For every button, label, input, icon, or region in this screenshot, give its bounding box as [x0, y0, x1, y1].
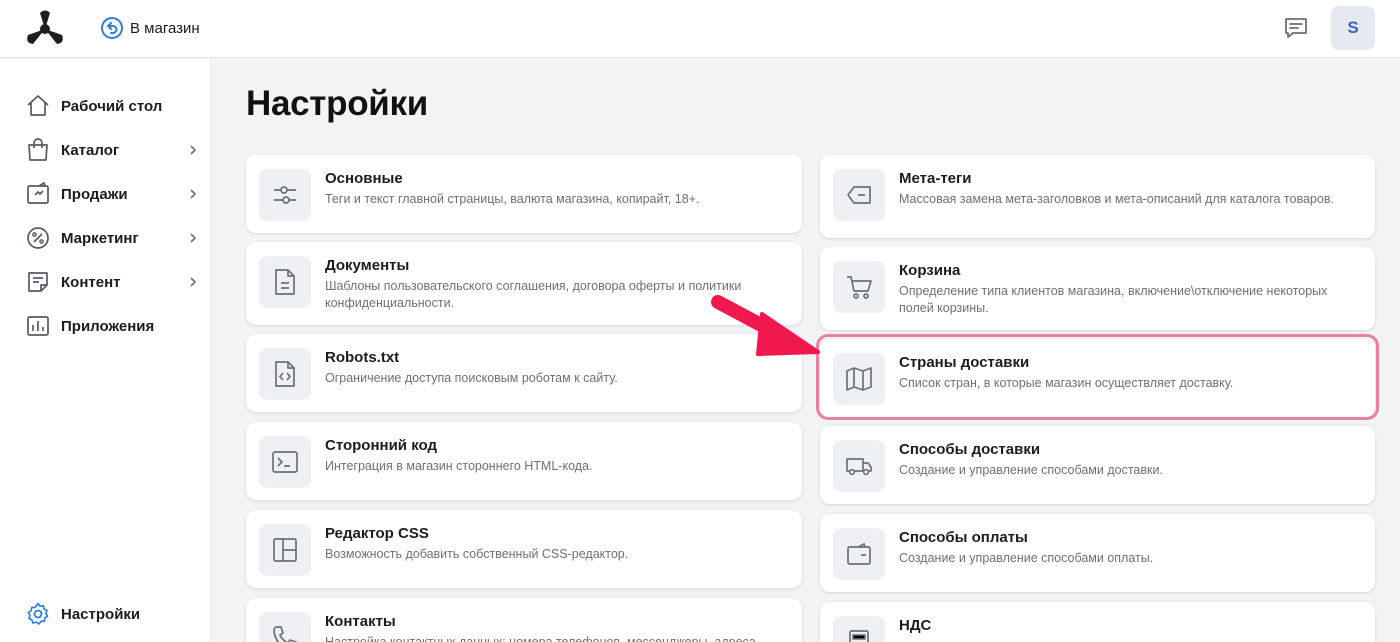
sidebar-item-content[interactable]: Контент: [0, 262, 211, 302]
top-bar: В магазин S: [0, 0, 1400, 58]
sidebar-item-label: Рабочий стол: [61, 97, 163, 115]
settings-card-shipping-methods[interactable]: Способы доставки Создание и управление с…: [820, 426, 1375, 504]
page-title: Настройки: [246, 84, 428, 123]
sidebar-item-dashboard[interactable]: Рабочий стол: [0, 86, 211, 126]
card-title: Редактор CSS: [325, 525, 429, 542]
card-description: Интеграция в магазин стороннего HTML-код…: [325, 459, 593, 473]
chevron-right-icon: [190, 145, 197, 155]
sidebar: Рабочий стол Каталог Продажи Маркетинг К…: [0, 59, 211, 642]
back-to-store-label: В магазин: [130, 19, 200, 37]
card-title: Способы доставки: [899, 441, 1041, 458]
messages-button[interactable]: [1280, 13, 1312, 43]
chevron-right-icon: [190, 233, 197, 243]
sidebar-item-label: Настройки: [61, 605, 141, 623]
chevron-right-icon: [190, 277, 197, 287]
file-text-icon: [259, 256, 311, 308]
sidebar-item-sales[interactable]: Продажи: [0, 174, 211, 214]
settings-card-general[interactable]: Основные Теги и текст главной страницы, …: [246, 155, 802, 233]
sidebar-item-label: Продажи: [61, 185, 128, 203]
card-title: Документы: [325, 257, 410, 274]
settings-card-payment-methods[interactable]: Способы оплаты Создание и управление спо…: [820, 514, 1375, 592]
card-description: Ограничение доступа поисковым роботам к …: [325, 371, 618, 385]
calculator-icon: [833, 616, 885, 642]
map-icon: [833, 353, 885, 405]
back-to-store-link[interactable]: В магазин: [100, 15, 200, 41]
sliders-icon: [259, 169, 311, 221]
sales-icon: [26, 182, 50, 206]
tag-icon: [833, 169, 885, 221]
sidebar-item-label: Маркетинг: [61, 229, 139, 247]
card-description: Определение типа клиентов магазина, вклю…: [899, 284, 1328, 315]
sidebar-item-catalog[interactable]: Каталог: [0, 130, 211, 170]
chevron-right-icon: [190, 189, 197, 199]
logo-icon[interactable]: [24, 9, 66, 47]
card-description: Список стран, в которые магазин осуществ…: [899, 376, 1234, 390]
wallet-icon: [833, 528, 885, 580]
settings-card-css-editor[interactable]: Редактор CSS Возможность добавить собств…: [246, 510, 802, 588]
settings-card-robots[interactable]: Robots.txt Ограничение доступа поисковым…: [246, 334, 802, 412]
card-description: Шаблоны пользовательского соглашения, до…: [325, 279, 742, 310]
settings-card-documents[interactable]: Документы Шаблоны пользовательского согл…: [246, 242, 802, 325]
card-title: Основные: [325, 170, 403, 187]
card-description: Возможность добавить собственный CSS-ред…: [325, 547, 629, 561]
card-description: Создание и управление способами оплаты.: [899, 551, 1154, 565]
card-title: Корзина: [899, 262, 961, 279]
settings-card-meta-tags[interactable]: Мета-теги Массовая замена мета-заголовко…: [820, 155, 1375, 238]
settings-card-third-party-code[interactable]: Сторонний код Интеграция в магазин сторо…: [246, 422, 802, 500]
shopping-bag-icon: [26, 138, 50, 162]
card-description: Создание и управление способами доставки…: [899, 463, 1163, 477]
back-arrow-icon: [101, 17, 123, 39]
bar-chart-icon: [26, 314, 50, 338]
truck-icon: [833, 440, 885, 492]
document-icon: [26, 270, 50, 294]
user-avatar[interactable]: S: [1331, 6, 1375, 50]
card-title: НДС: [899, 617, 932, 634]
gear-icon: [26, 602, 50, 626]
card-description: Теги и текст главной страницы, валюта ма…: [325, 192, 700, 206]
sidebar-item-apps[interactable]: Приложения: [0, 306, 211, 346]
phone-icon: [259, 612, 311, 642]
settings-card-cart[interactable]: Корзина Определение типа клиентов магази…: [820, 247, 1375, 330]
card-description: Настройка контактных данных: номера теле…: [325, 635, 756, 642]
card-title: Сторонний код: [325, 437, 437, 454]
card-title: Мета-теги: [899, 170, 972, 187]
card-title: Robots.txt: [325, 349, 400, 366]
cart-icon: [833, 261, 885, 313]
file-code-icon: [259, 348, 311, 400]
card-title: Контакты: [325, 613, 396, 630]
layout-icon: [259, 524, 311, 576]
card-title: Страны доставки: [899, 354, 1030, 371]
message-icon: [1285, 18, 1307, 38]
sidebar-item-label: Приложения: [61, 317, 155, 335]
sidebar-item-settings[interactable]: Настройки: [0, 594, 211, 634]
settings-card-contacts[interactable]: Контакты Настройка контактных данных: но…: [246, 598, 802, 642]
card-description: Массовая замена мета-заголовков и мета-о…: [899, 192, 1334, 206]
sidebar-item-label: Каталог: [61, 141, 120, 159]
settings-card-vat[interactable]: НДС: [820, 602, 1375, 642]
terminal-icon: [259, 436, 311, 488]
settings-card-shipping-countries[interactable]: Страны доставки Список стран, в которые …: [820, 339, 1375, 417]
sidebar-item-label: Контент: [61, 273, 121, 291]
sidebar-item-marketing[interactable]: Маркетинг: [0, 218, 211, 258]
home-icon: [26, 94, 50, 118]
percent-icon: [26, 226, 50, 250]
card-title: Способы оплаты: [899, 529, 1028, 546]
